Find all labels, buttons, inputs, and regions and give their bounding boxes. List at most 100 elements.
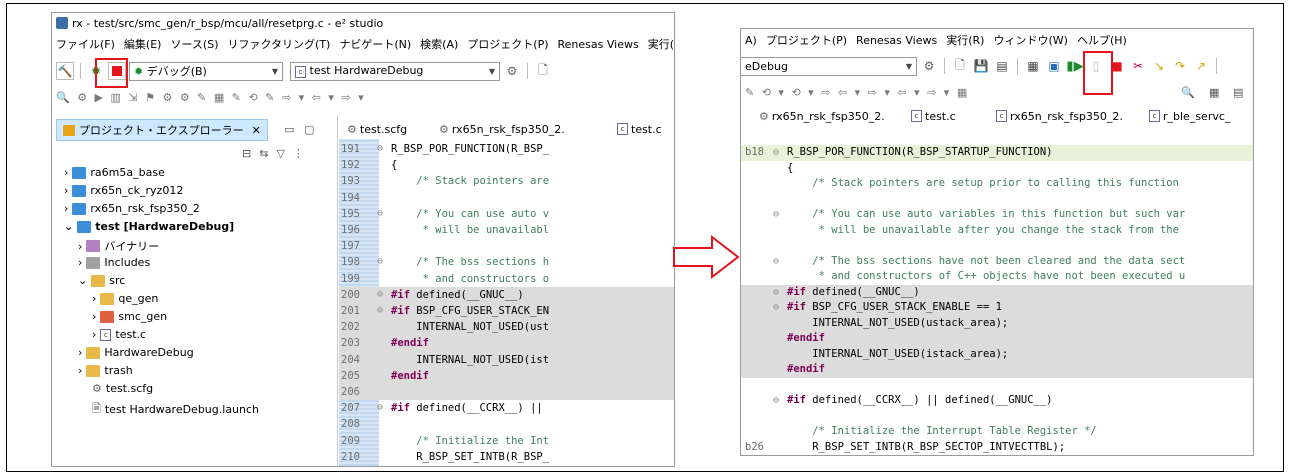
tree-item-trash[interactable]: › trash — [78, 364, 133, 377]
debug-perspective-icon[interactable]: ▤ — [1233, 86, 1245, 99]
preprocessor-keyword: #endif — [391, 337, 429, 350]
launch-config-gear-icon[interactable]: ⚙ — [503, 62, 521, 80]
collapse-all-icon[interactable]: ⊟ — [242, 147, 251, 160]
code-line: ⊖ #if BSP_CFG_USER_STACK_ENABLE == 1 — [741, 300, 1253, 316]
code-text: /* You can use auto v — [391, 207, 550, 220]
fold-toggle-icon[interactable]: ⊖ — [773, 393, 779, 409]
menu-run[interactable]: 実行(R) — [946, 32, 984, 48]
menu-run[interactable]: 実行( — [648, 36, 674, 52]
editor-tab-test-c[interactable]: c test.c — [617, 119, 662, 139]
menu-project[interactable]: プロジェクト(P) — [467, 36, 548, 52]
fold-toggle-icon[interactable]: ⊖ — [377, 206, 383, 222]
link-editor-icon[interactable]: ⇆ — [259, 147, 268, 160]
build-hammer-icon[interactable]: 🔨 — [56, 62, 74, 80]
fold-toggle-icon[interactable]: ⊖ — [377, 287, 383, 303]
menu-search-partial[interactable]: A) — [745, 34, 757, 47]
new-file-icon[interactable]: 🗋 — [951, 57, 969, 75]
menu-search[interactable]: 検索(A) — [420, 36, 458, 52]
project-explorer-tab[interactable]: プロジェクト・エクスプローラー ✕ — [56, 119, 268, 141]
step-over-icon[interactable]: ↷ — [1171, 57, 1189, 75]
tree-item-test-c[interactable]: › c test.c — [92, 328, 146, 341]
transition-arrow — [673, 234, 740, 280]
tree-item-binaries[interactable]: › バイナリー — [78, 238, 159, 254]
left-code-area[interactable]: 191 ⊖ R_BSP_POR_FUNCTION(R_BSP_ 192 {193 /* … — [339, 141, 674, 466]
menu-refactor[interactable]: リファクタリング(T) — [227, 36, 330, 52]
disconnect-icon[interactable]: ✂ — [1129, 57, 1147, 75]
menu-navigate[interactable]: ナビゲート(N) — [339, 36, 411, 52]
tree-label: test HardwareDebug.launch — [104, 403, 260, 416]
console-icon[interactable]: ▣ — [1045, 57, 1063, 75]
close-icon[interactable]: ✕ — [252, 124, 261, 137]
code-text: #if BSP_CFG_USER_STACK_EN — [391, 305, 550, 317]
line-number: b26 — [745, 440, 764, 453]
code-text: /* You can use auto variables in this fu… — [787, 208, 1186, 220]
launch-config-combo[interactable]: eDebug ▼ — [741, 56, 917, 76]
code-text: { — [787, 161, 794, 174]
save-all-icon[interactable]: ▤ — [993, 57, 1011, 75]
minimize-icon[interactable]: ▭ — [284, 123, 294, 136]
fold-toggle-icon[interactable]: ⊖ — [377, 303, 383, 319]
editor-tab-rx65n-rsk[interactable]: ⚙ rx65n_rsk_fsp350_2. — [439, 119, 565, 139]
menu-source[interactable]: ソース(S) — [170, 36, 218, 52]
view-menu-icon[interactable]: ⋮ — [293, 147, 304, 160]
code-line: #endif — [741, 362, 1253, 378]
resume-icon[interactable]: ▮▶ — [1066, 57, 1084, 75]
editor-tab-test-c[interactable]: c test.c — [911, 106, 956, 126]
tab-label: rx65n_rsk_fsp350_2. — [451, 122, 565, 136]
filter-icon[interactable]: ▽ — [276, 147, 284, 160]
tree-item-test-scfg[interactable]: ⚙ test.scfg — [92, 382, 153, 395]
tree-item-hardwaredebug[interactable]: › HardwareDebug — [78, 346, 194, 359]
editor-tab-test-scfg[interactable]: ⚙ test.scfg — [347, 119, 407, 139]
tree-item-includes[interactable]: › Includes — [78, 256, 150, 269]
fold-toggle-icon[interactable]: ⊖ — [773, 285, 779, 301]
perspective-icon[interactable]: ▦ — [1209, 86, 1221, 99]
code-text: #if BSP_CFG_USER_STACK_ENABLE == 1 — [787, 301, 1002, 313]
menu-renesas-views[interactable]: Renesas Views — [558, 38, 639, 51]
fold-toggle-icon[interactable]: ⊖ — [377, 141, 383, 157]
tree-item-src[interactable]: ⌄ src — [78, 274, 125, 287]
c-file-icon: c — [295, 66, 306, 78]
save-icon[interactable]: 💾 — [972, 57, 990, 75]
launch-config-gear-icon[interactable]: ⚙ — [920, 57, 938, 75]
menu-help[interactable]: ヘルプ(H) — [1077, 32, 1127, 48]
line-number: 194 — [341, 191, 360, 204]
code-text: INTERNAL_NOT_USED(ist — [391, 353, 550, 366]
fold-toggle-icon[interactable]: ⊖ — [773, 300, 779, 316]
menu-edit[interactable]: 編集(E) — [124, 36, 162, 52]
tree-item-rx65n-rsk-fsp350-2[interactable]: › rx65n_rsk_fsp350_2 — [64, 202, 200, 215]
fold-toggle-icon[interactable]: ⊖ — [773, 207, 779, 223]
code-text: /* Stack pointers are — [391, 175, 550, 188]
window-title: rx - test/src/smc_gen/r_bsp/mcu/all/rese… — [72, 16, 384, 30]
binary-icon[interactable]: ▦ — [1024, 57, 1042, 75]
fold-toggle-icon[interactable]: ⊖ — [377, 254, 383, 270]
folder-icon — [100, 310, 115, 323]
editor-tab-rx65n-rsk-2[interactable]: c rx65n_rsk_fsp350_2. — [996, 106, 1123, 126]
step-into-icon[interactable]: ↘ — [1150, 57, 1168, 75]
tree-item-rx65n-ck-ryz012[interactable]: › rx65n_ck_ryz012 — [64, 184, 183, 197]
right-code-area[interactable]: b18 ⊖ R_BSP_POR_FUNCTION(R_BSP_STARTUP_FUN… — [741, 145, 1253, 455]
code-line: { — [741, 161, 1253, 177]
tree-item-qe-gen[interactable]: › qe_gen — [92, 292, 158, 305]
tree-item-test-project[interactable]: ⌄ test [HardwareDebug] — [64, 220, 234, 233]
launch-config-combo[interactable]: c test HardwareDebug ▼ — [290, 61, 500, 81]
code-line: 202 INTERNAL_NOT_USED(ust — [339, 319, 674, 336]
tree-item-ra6m5a-base[interactable]: › ra6m5a_base — [64, 166, 165, 179]
preprocessor-keyword: #endif — [391, 369, 429, 382]
menu-project[interactable]: プロジェクト(P) — [766, 32, 847, 48]
code-text: #endif — [391, 335, 429, 351]
menu-window[interactable]: ウィンドウ(W) — [993, 32, 1067, 48]
new-file-icon[interactable]: 🗋 — [534, 62, 552, 80]
tree-item-smc-gen[interactable]: › smc_gen — [92, 310, 167, 323]
menu-file[interactable]: ファイル(F) — [56, 36, 115, 52]
editor-tab-rx65n-rsk-1[interactable]: ⚙ rx65n_rsk_fsp350_2. — [759, 106, 885, 126]
fold-toggle-icon[interactable]: ⊖ — [773, 254, 779, 270]
menu-renesas-views[interactable]: Renesas Views — [856, 34, 937, 47]
search-icon[interactable]: 🔍 — [1181, 86, 1197, 99]
tree-item-launch-file[interactable]: 🗎 test HardwareDebug.launch — [92, 400, 259, 419]
launch-mode-combo[interactable]: ✹ デバッグ(B) ▼ — [129, 61, 283, 81]
fold-toggle-icon[interactable]: ⊖ — [773, 145, 779, 161]
editor-tab-r-ble-servc[interactable]: c r_ble_servc_ — [1149, 106, 1230, 126]
fold-toggle-icon[interactable]: ⊖ — [377, 400, 383, 416]
maximize-icon[interactable]: ▢ — [304, 123, 314, 136]
step-return-icon[interactable]: ↗ — [1192, 57, 1210, 75]
